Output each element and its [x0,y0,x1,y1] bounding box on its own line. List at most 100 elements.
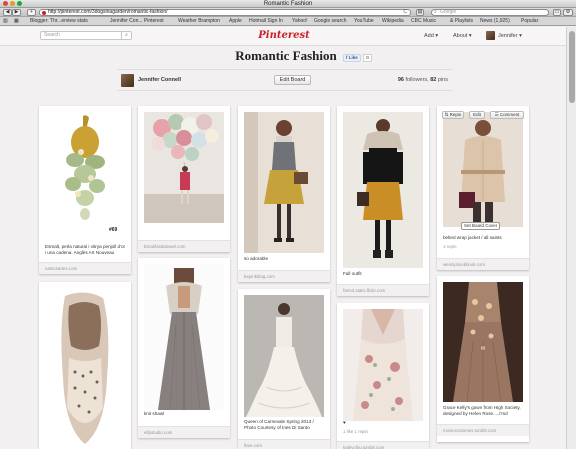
pin-image-wedding-gown [244,295,324,417]
owner-name[interactable]: Jennifer Connell [138,77,181,83]
pin-caption: Queen of Carnevale Spring 2013 / Photo C… [244,419,314,430]
pins-count: 82 [430,77,437,83]
comment-button[interactable]: ☰ Comment [490,111,524,119]
pin-image-embellished-gown [443,282,523,402]
browser-toolbar: ◀ ▶ + http://pinterest.com/3dogsinagarde… [0,8,576,17]
edit-board-button[interactable]: Edit Board [274,75,311,85]
pin-source[interactable]: kathychiu.tumblr.com [337,441,429,449]
pin-source[interactable]: flare.com [238,439,330,449]
bookmark-item[interactable]: CBC Music [411,17,436,25]
pin-card[interactable]: Queen of Carnevale Spring 2013 / Photo C… [238,289,330,449]
pin-source[interactable]: wendyslookbook.com [437,258,529,270]
bookmark-item[interactable]: Weather Brampton [178,17,220,25]
bookmark-item[interactable]: News (1,925) [480,17,510,25]
zoom-window-button[interactable] [17,1,22,6]
bookmark-item[interactable]: Jennifer Con... Pinterest [110,17,164,25]
page-icon[interactable]: ▭ [553,9,561,16]
pin-card[interactable]: ⇅ Repin Edit ☰ Comment Set Board Cover b… [437,106,529,270]
repin-button[interactable]: ⇅ Repin [442,111,464,119]
search-icon: ⌕ [434,9,437,15]
facebook-like-count: 0 [363,54,372,62]
followers-label: followers, [405,77,429,83]
pin-image-knit-shawl-gown [144,264,224,410]
pin-source[interactable]: natsosartes.com [39,262,131,274]
pin-caption: belted wrap jacket / all saints [443,235,502,240]
window-title: Romantic Fashion [263,1,313,7]
pin-caption: so adorable [244,256,269,261]
about-menu[interactable]: About ▾ [453,33,472,39]
pin-source[interactable]: elfpstudio.com [138,426,230,438]
about-menu-label: About [453,33,468,39]
bookmark-item[interactable]: Blogger: Thr...erview stats [30,17,88,25]
pin-image-floral-dress [343,309,423,421]
board-title: Romantic Fashion [235,48,337,63]
user-menu[interactable]: Jennifer ▾ [498,33,522,39]
pin-source[interactable]: breakfastattowel.com [138,240,230,252]
add-menu[interactable]: Add ▾ [424,33,438,39]
bookmark-item[interactable]: Apple [229,17,242,25]
pin-card[interactable]: so adorable bepinkblog.com [238,106,330,282]
pin-source[interactable]: farm3.static.flickr.com [337,284,429,296]
reader-icon[interactable]: ▤ [416,9,424,16]
set-board-cover-button[interactable]: Set Board Cover [461,222,501,230]
bookmarks-bar: ▥ ▦ Blogger: Thr...erview stats Jennifer… [0,17,576,26]
browser-search-field[interactable]: ⌕ Google [431,9,549,16]
pin-stats: 1 like 1 repin [343,429,368,434]
bookmark-item[interactable]: Popular [521,17,538,25]
forward-button[interactable]: ▶ [12,9,21,16]
pin-image-label: #69 [109,227,118,233]
facebook-like-button[interactable]: f Like [343,54,361,62]
search-icon[interactable]: ⌕ [121,32,131,39]
top-sites-icon[interactable]: ▦ [14,17,19,25]
reload-icon[interactable]: C [403,10,407,15]
pinterest-header: Search ⌕ Pinterest Add ▾ About ▾ Jennife… [0,27,566,46]
pin-source[interactable]: bepinkblog.com [238,270,330,282]
facebook-like-label: Like [348,55,358,60]
pin-image-earring [45,112,125,239]
back-button[interactable]: ◀ [3,9,12,16]
bookmark-item[interactable]: Wikipedia [382,17,404,25]
bookmark-item[interactable]: Yahoo! [292,17,307,25]
pin-caption: ♥ [343,420,346,425]
pin-image-yellow-skirt-outfit [244,112,324,253]
pin-card[interactable]: Grace Kelly's gown from High Society, de… [437,276,529,442]
pin-card[interactable]: #69 Esmalt, perla natural i vitrya penjo… [39,106,131,274]
page-scrollbar[interactable] [566,27,576,449]
show-all-bookmarks-icon[interactable]: ▥ [3,17,8,25]
chevron-down-icon: ▾ [435,33,439,39]
pin-card[interactable]: breakfastattowel.com [138,106,230,252]
edit-pin-button[interactable]: Edit [469,111,485,119]
followers-count[interactable]: 96 [398,77,404,83]
pinterest-search-input[interactable]: Search ⌕ [40,31,132,40]
board-info-bar: Jennifer Connell Edit Board 96 followers… [117,69,452,91]
minimize-window-button[interactable] [10,1,15,6]
bookmark-item[interactable]: & Playlists [450,17,473,25]
bookmark-item[interactable]: Google search [314,17,347,25]
bookmark-item[interactable]: YouTube [354,17,374,25]
pinterest-favicon-icon [42,11,46,15]
facebook-icon: f [346,55,348,60]
close-window-button[interactable] [3,1,8,6]
pin-image-fall-outfit [343,112,423,268]
browser-search-placeholder: Google [440,9,457,15]
pin-image-ballet-flat [45,288,125,448]
owner-avatar[interactable] [121,74,134,87]
pin-card[interactable]: knit shawl elfpstudio.com [138,258,230,438]
settings-gear-icon[interactable]: ⚙ [563,9,573,16]
pinterest-logo[interactable]: Pinterest [254,30,314,41]
pin-card[interactable]: Fall outfit farm3.static.flickr.com [337,106,429,296]
pin-stats: 1 repin [443,244,457,249]
add-bookmark-button[interactable]: + [27,9,36,16]
bookmark-item[interactable]: Hotmail Sign In [249,17,283,25]
pins-label: pins [437,77,448,83]
pin-caption: Fall outfit [343,271,362,276]
user-avatar[interactable] [486,31,495,40]
chevron-down-icon: ▾ [519,33,522,39]
pin-card[interactable] [39,282,131,449]
address-bar-text: http://pinterest.com/3dogsinagarden/roma… [48,9,168,15]
scrollbar-thumb[interactable] [569,31,575,103]
pin-card[interactable]: ♥ 1 like 1 repin kathychiu.tumblr.com [337,303,429,449]
address-bar[interactable]: http://pinterest.com/3dogsinagarden/roma… [39,9,411,16]
repin-label: Repin [449,112,462,117]
pin-source[interactable]: moviecostumes.tumblr.com [437,424,529,436]
